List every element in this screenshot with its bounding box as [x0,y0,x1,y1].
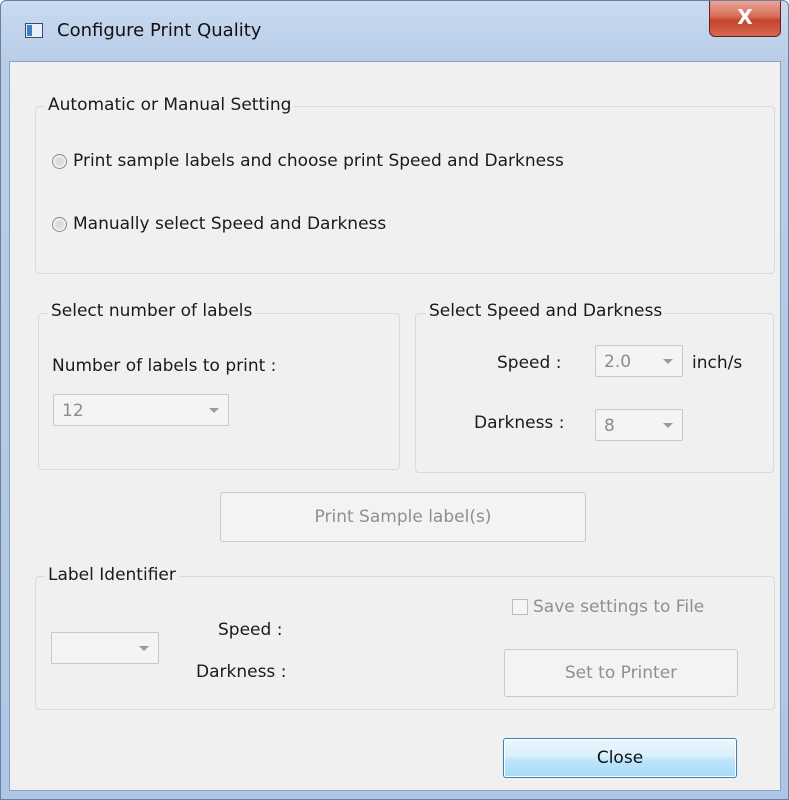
chevron-down-icon[interactable] [663,423,673,428]
checkbox-box[interactable] [512,599,528,615]
identifier-group-legend: Label Identifier [45,565,179,585]
radio-circle[interactable] [52,153,67,169]
close-button[interactable]: Close [503,738,737,778]
speed-groupbox: Select Speed and Darkness Speed : 2.0 in… [415,301,774,473]
darkness-dropdown[interactable]: 8 [595,409,683,441]
speed-dropdown[interactable]: 2.0 [595,345,683,377]
chevron-down-icon[interactable] [663,359,673,364]
dialog-window: Configure Print Quality X Automatic or M… [0,0,789,800]
window-title: Configure Print Quality [57,20,262,41]
radio-manual-select[interactable]: Manually select Speed and Darkness [52,214,386,234]
mode-groupbox: Automatic or Manual Setting Print sample… [35,95,775,274]
label-identifier-dropdown[interactable] [51,632,159,664]
set-to-printer-button[interactable]: Set to Printer [504,649,738,697]
save-settings-checkbox[interactable]: Save settings to File [512,597,704,617]
radio-circle[interactable] [52,216,67,232]
title-bar[interactable]: Configure Print Quality X [1,1,788,61]
labels-groupbox: Select number of labels Number of labels… [38,301,400,470]
darkness-label: Darkness : [474,413,565,433]
window-close-button[interactable]: X [709,1,781,37]
identifier-speed-label: Speed : [218,620,283,640]
identifier-darkness-label: Darkness : [196,662,287,682]
chevron-down-icon[interactable] [139,646,149,651]
dialog-client-area: Automatic or Manual Setting Print sample… [9,61,781,791]
radio-manual-select-label: Manually select Speed and Darkness [73,214,387,234]
darkness-value: 8 [604,416,615,436]
labels-group-legend: Select number of labels [48,301,256,321]
chevron-down-icon[interactable] [209,408,219,413]
print-sample-button[interactable]: Print Sample label(s) [220,492,586,542]
label-count-value: 12 [62,401,84,421]
speed-value: 2.0 [604,352,632,372]
label-count-dropdown[interactable]: 12 [53,394,229,426]
speed-unit: inch/s [692,353,743,373]
radio-print-sample-label: Print sample labels and choose print Spe… [73,151,564,171]
speed-label: Speed : [497,353,562,373]
label-count-label: Number of labels to print : [52,356,277,376]
app-icon [25,23,43,38]
save-settings-label: Save settings to File [533,597,705,617]
close-icon: X [737,5,753,29]
speed-group-legend: Select Speed and Darkness [426,301,666,321]
identifier-groupbox: Label Identifier Speed : Darkness : Save… [35,565,775,710]
mode-group-legend: Automatic or Manual Setting [45,95,295,115]
radio-print-sample[interactable]: Print sample labels and choose print Spe… [52,151,564,171]
